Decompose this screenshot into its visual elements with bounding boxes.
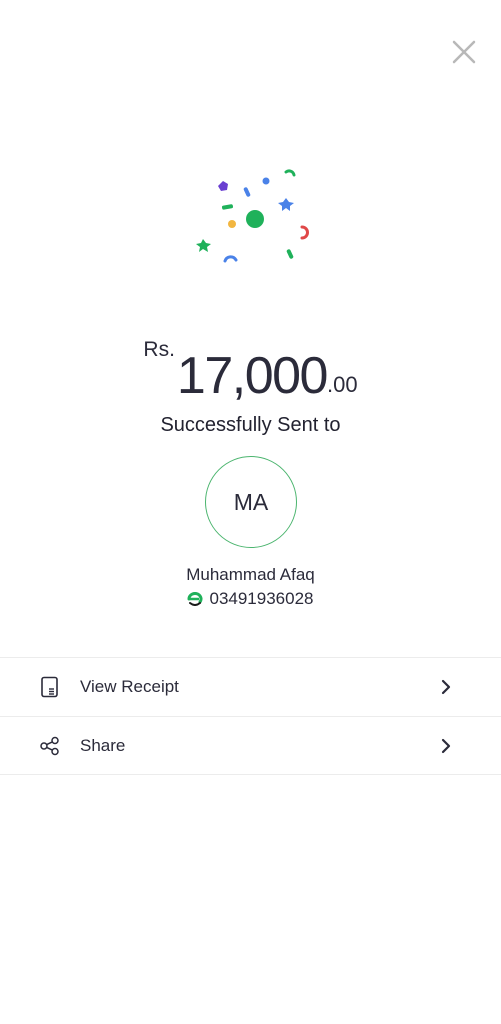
amount-value: 17,000 <box>176 347 329 405</box>
close-button[interactable] <box>448 36 480 68</box>
recipient-name: Muhammad Afaq <box>186 565 315 584</box>
chevron-right-icon <box>441 738 451 753</box>
avatar-initials: MA <box>233 488 269 515</box>
amount-decimal: .00 <box>326 372 358 397</box>
easypaisa-logo-icon <box>187 592 203 606</box>
status-text: Successfully Sent to <box>160 414 341 436</box>
chevron-right-icon <box>441 679 451 695</box>
close-icon <box>452 40 476 64</box>
actions-list: View Receipt Share <box>0 657 501 775</box>
share-icon <box>40 736 59 755</box>
payment-success-screen: Rs. 17,000 .00 Successfully Sent to MA M… <box>0 0 501 1024</box>
recipient-phone-row: 03491936028 <box>0 589 501 609</box>
recipient-phone-number: 03491936028 <box>209 589 314 608</box>
confetti-illustration <box>196 169 309 263</box>
view-receipt-label: View Receipt <box>80 677 179 696</box>
recipient-avatar: MA <box>205 456 297 548</box>
amount-display: Rs. 17,000 .00 <box>0 334 501 402</box>
view-receipt-button[interactable]: View Receipt <box>0 657 501 716</box>
receipt-icon <box>41 676 58 698</box>
share-button[interactable]: Share <box>0 716 501 775</box>
currency-label: Rs. <box>143 338 175 361</box>
share-label: Share <box>80 735 126 755</box>
